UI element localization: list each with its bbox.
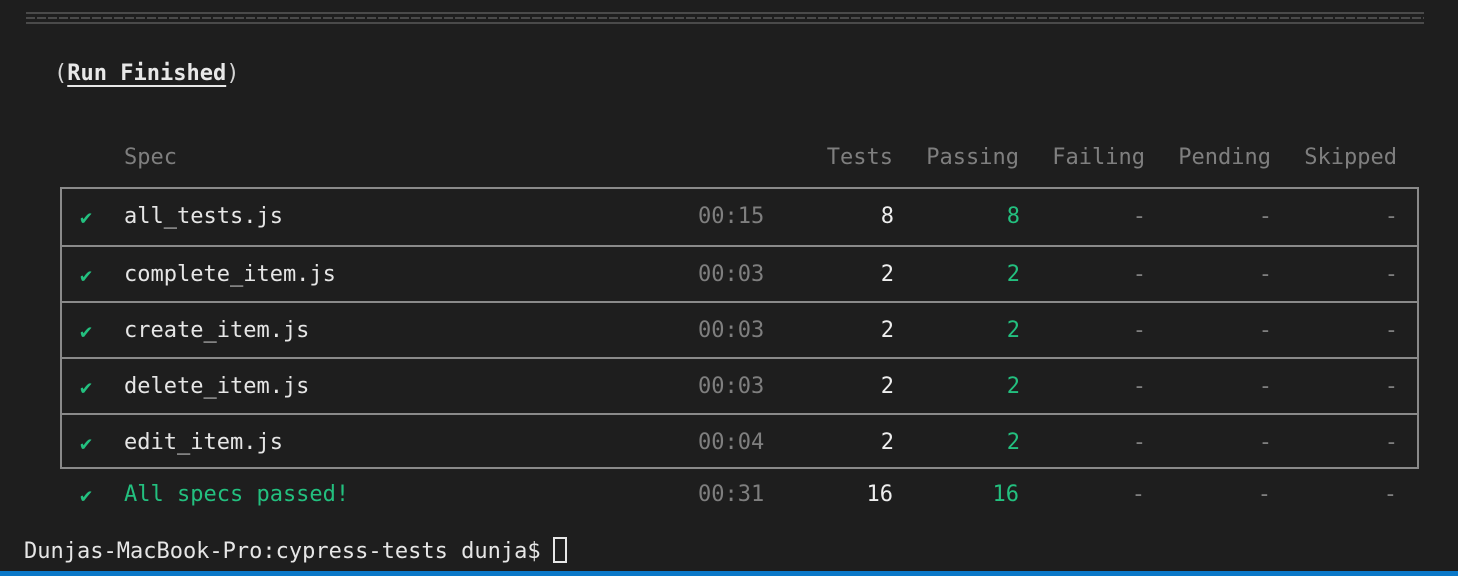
spec-duration: 00:03	[698, 374, 765, 399]
prompt-text: Dunjas-MacBook-Pro:cypress-tests dunja$	[24, 539, 541, 564]
check-icon: ✔	[80, 263, 93, 287]
pending-count: -	[1258, 204, 1272, 229]
tests-count: 8	[880, 204, 894, 229]
spec-duration: 00:03	[698, 262, 765, 287]
table-row: ✔ edit_item.js 00:04 2 2 - - -	[62, 413, 1417, 471]
spec-duration: 00:15	[698, 204, 765, 229]
table-row: ✔ complete_item.js 00:03 2 2 - - -	[62, 245, 1417, 303]
table-row: ✔ delete_item.js 00:03 2 2 - - -	[62, 357, 1417, 415]
results-table: ✔ all_tests.js 00:15 8 8 - - - ✔ complet…	[60, 187, 1419, 469]
total-duration: 00:31	[698, 482, 765, 507]
spec-name: delete_item.js	[124, 374, 310, 399]
tests-count: 2	[880, 318, 894, 343]
check-icon: ✔	[80, 431, 93, 455]
passing-count: 8	[1006, 204, 1020, 229]
failing-count: -	[1132, 374, 1146, 399]
pending-count: -	[1258, 262, 1272, 287]
skipped-count: -	[1384, 430, 1398, 455]
run-finished-label: Run Finished	[67, 61, 227, 86]
tests-count: 2	[880, 262, 894, 287]
failing-count: -	[1132, 262, 1146, 287]
failing-count: -	[1132, 204, 1146, 229]
skipped-count: -	[1384, 318, 1398, 343]
check-icon: ✔	[80, 483, 93, 507]
spec-name: complete_item.js	[124, 262, 336, 287]
passing-count: 2	[1006, 318, 1020, 343]
header-pending: Pending	[1178, 145, 1271, 170]
spec-duration: 00:03	[698, 318, 765, 343]
summary-message: All specs passed!	[124, 482, 350, 507]
tests-count: 2	[880, 374, 894, 399]
header-skipped: Skipped	[1304, 145, 1397, 170]
table-row: ✔ all_tests.js 00:15 8 8 - - -	[62, 189, 1417, 245]
shell-prompt[interactable]: Dunjas-MacBook-Pro:cypress-tests dunja$	[24, 534, 567, 570]
failing-count: -	[1132, 318, 1146, 343]
passing-count: 2	[1006, 374, 1020, 399]
spec-name: edit_item.js	[124, 430, 283, 455]
spec-duration: 00:04	[698, 430, 765, 455]
spec-name: all_tests.js	[124, 204, 283, 229]
pending-count: -	[1258, 374, 1272, 399]
total-skipped: -	[1383, 482, 1397, 507]
total-tests: 16	[866, 482, 894, 507]
summary-row: ✔ All specs passed! 00:31 16 16 - - -	[60, 470, 1419, 520]
run-finished-heading: (Run Finished)	[54, 58, 239, 90]
close-paren: )	[226, 61, 240, 86]
table-row: ✔ create_item.js 00:03 2 2 - - -	[62, 301, 1417, 359]
separator-rule	[26, 12, 1424, 24]
check-icon: ✔	[80, 205, 93, 229]
skipped-count: -	[1384, 204, 1398, 229]
spec-name: create_item.js	[124, 318, 310, 343]
open-paren: (	[54, 61, 68, 86]
status-bar	[0, 571, 1458, 576]
total-failing: -	[1131, 482, 1145, 507]
pending-count: -	[1258, 430, 1272, 455]
passing-count: 2	[1006, 430, 1020, 455]
header-passing: Passing	[926, 145, 1019, 170]
total-passing: 16	[992, 482, 1020, 507]
header-spec: Spec	[124, 145, 177, 170]
check-icon: ✔	[80, 375, 93, 399]
skipped-count: -	[1384, 374, 1398, 399]
header-failing: Failing	[1052, 145, 1145, 170]
passing-count: 2	[1006, 262, 1020, 287]
skipped-count: -	[1384, 262, 1398, 287]
text-cursor[interactable]	[552, 537, 567, 563]
tests-count: 2	[880, 430, 894, 455]
header-tests: Tests	[826, 145, 893, 170]
check-icon: ✔	[80, 319, 93, 343]
failing-count: -	[1132, 430, 1146, 455]
total-pending: -	[1257, 482, 1271, 507]
pending-count: -	[1258, 318, 1272, 343]
